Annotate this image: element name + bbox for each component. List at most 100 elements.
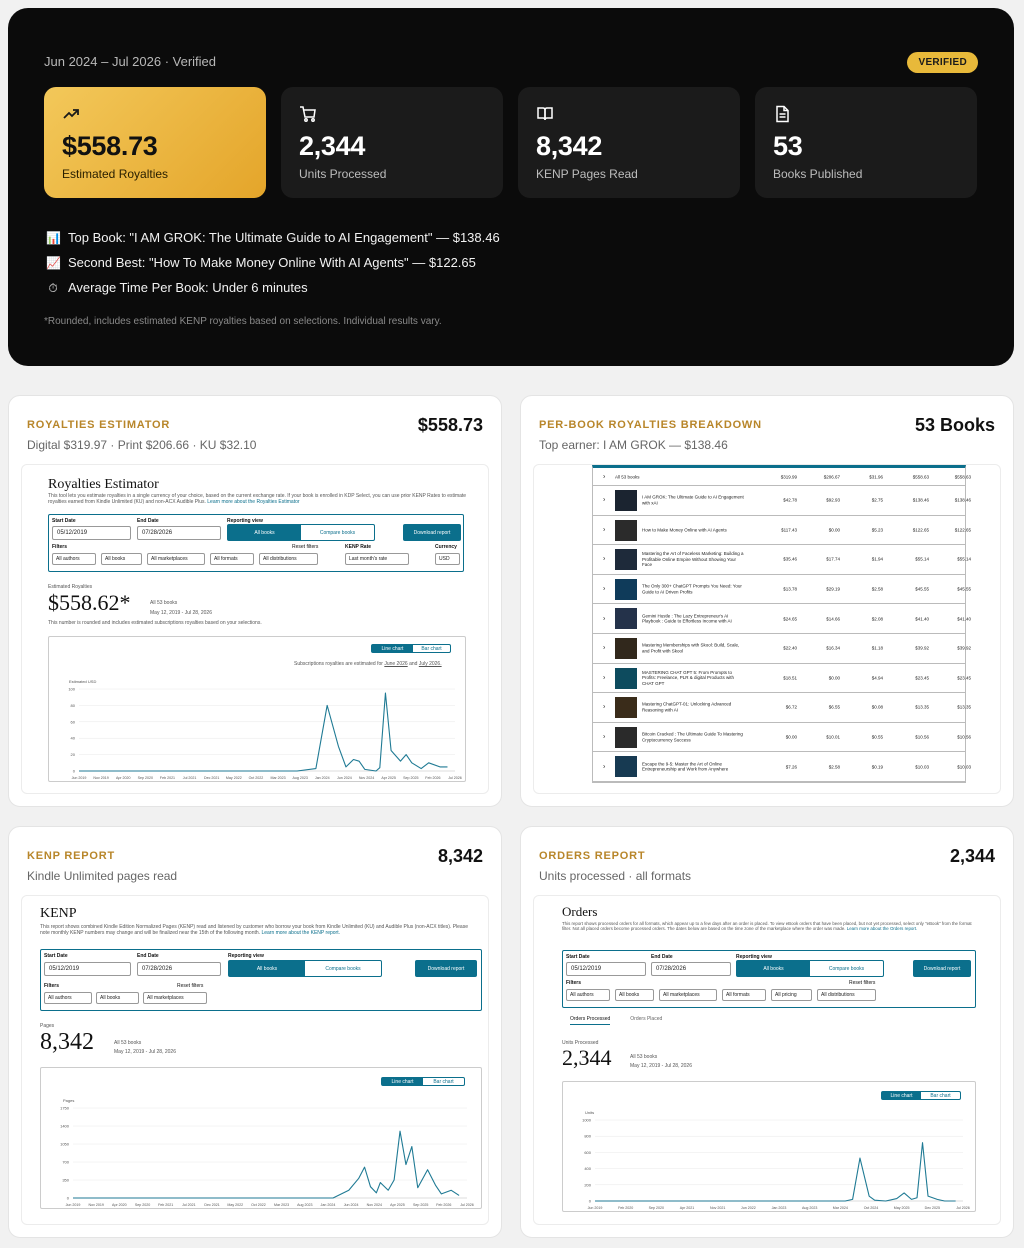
table-cell: $4.94: [871, 675, 883, 681]
stopwatch-icon: ⏱: [48, 281, 58, 295]
y-tick-label: 0: [73, 769, 76, 774]
books-select[interactable]: All books: [96, 992, 139, 1004]
book-cover: [615, 637, 637, 659]
formats-select[interactable]: All formats: [722, 989, 766, 1001]
screenshot-heading: KENP: [40, 906, 77, 921]
card-title: PER-BOOK ROYALTIES BREAKDOWN: [539, 419, 762, 431]
book-cover: [615, 667, 637, 689]
chevron-right-icon[interactable]: ›: [603, 586, 605, 593]
reporting-view-toggle[interactable]: All books Compare books: [736, 960, 884, 977]
verified-badge: VERIFIED: [907, 52, 978, 73]
table-cell: $0.00: [828, 675, 840, 681]
y-axis-title: Pages: [63, 1098, 74, 1103]
authors-select[interactable]: All authors: [44, 992, 92, 1004]
y-tick-label: 1000: [582, 1118, 592, 1123]
screenshot-heading: Royalties Estimator: [48, 477, 159, 492]
y-tick-label: 40: [71, 736, 76, 741]
download-report-button[interactable]: Download report: [913, 960, 971, 977]
tab-orders-processed[interactable]: Orders Processed: [570, 1016, 611, 1025]
marketplaces-select[interactable]: All marketplaces: [147, 553, 205, 565]
table-row[interactable]: › Escape the 9-5: Master the Art of Onlin…: [593, 752, 971, 782]
chevron-right-icon[interactable]: ›: [603, 615, 605, 622]
distributions-select[interactable]: All distributions: [817, 989, 876, 1001]
table-row[interactable]: › The Only 300+ ChatGPT Prompts You Need:…: [593, 575, 971, 605]
table-row[interactable]: › Mastering the Art of Faceless Marketing…: [593, 545, 971, 575]
kenp-rate-select[interactable]: Last month's rate: [345, 553, 409, 565]
books-select[interactable]: All books: [615, 989, 654, 1001]
chevron-right-icon[interactable]: ›: [603, 674, 605, 681]
orders-chart-box: Line chart Bar chart Units 0 200 400 600 800 10…: [562, 1081, 976, 1212]
distributions-select[interactable]: All distributions: [259, 553, 318, 565]
table-row[interactable]: › Mastering Memberships with Skool: Build…: [593, 634, 971, 664]
card-subtitle: Kindle Unlimited pages read: [27, 869, 178, 883]
chevron-right-icon[interactable]: ›: [603, 763, 605, 770]
end-date-input[interactable]: 07/28/2026: [651, 962, 731, 976]
stat-card-royalties: $558.73 Estimated Royalties: [44, 87, 266, 198]
tab-orders-placed[interactable]: Orders Placed: [630, 1016, 662, 1025]
end-date-input[interactable]: 07/28/2026: [137, 526, 221, 540]
y-axis-title: Units: [585, 1110, 594, 1115]
x-tick-label: Jun 2019: [588, 1206, 603, 1210]
table-row[interactable]: › MASTERING CHAT GPT 5: From Prompts to P…: [593, 664, 971, 694]
stat-value: 53: [773, 131, 803, 161]
end-date-input[interactable]: 07/28/2026: [137, 962, 221, 976]
chart-type-toggle[interactable]: Line chart Bar chart: [371, 644, 451, 653]
table-cell: $23.45: [915, 675, 929, 681]
table-cell: $42.78: [783, 497, 797, 503]
table-cell: $24.65: [783, 616, 797, 622]
chart-type-toggle[interactable]: Line chart Bar chart: [881, 1091, 961, 1100]
table-row[interactable]: › How to Make Money Online with AI Agents…: [593, 516, 971, 546]
authors-select[interactable]: All authors: [566, 989, 610, 1001]
currency-select[interactable]: USD: [435, 553, 460, 565]
x-tick-label: Jun 2024: [344, 1203, 359, 1207]
books-select[interactable]: All books: [101, 553, 142, 565]
date-range-text: Jun 2024 – Jul 2026 · Verified: [44, 54, 217, 69]
chevron-right-icon[interactable]: ›: [603, 704, 605, 711]
table-cell: $16.34: [826, 645, 840, 651]
chart-type-toggle[interactable]: Line chart Bar chart: [381, 1077, 465, 1086]
x-tick-label: Feb 2021: [160, 776, 175, 780]
table-cell: $23.45: [957, 675, 971, 681]
download-report-button[interactable]: Download report: [403, 524, 461, 541]
reset-filters-link[interactable]: Reset filters: [849, 980, 875, 986]
start-date-input[interactable]: 05/12/2019: [44, 962, 131, 976]
reset-filters-link[interactable]: Reset filters: [292, 544, 318, 550]
formats-select[interactable]: All formats: [210, 553, 254, 565]
chevron-right-icon[interactable]: ›: [603, 734, 605, 741]
book-title: Mastering the Art of Faceless Marketing:…: [642, 551, 744, 568]
authors-select[interactable]: All authors: [52, 553, 96, 565]
table-cell: $2.58: [828, 764, 840, 770]
marketplaces-select[interactable]: All marketplaces: [143, 992, 207, 1004]
table-total-row[interactable]: › All 53 books $319.99 $206.67 $31.96 $558.63…: [593, 468, 971, 486]
book-cover: [615, 756, 637, 778]
start-date-input[interactable]: 05/12/2019: [566, 962, 646, 976]
estimated-royalties-value: $558.62*: [48, 590, 131, 615]
x-tick-label: Apr 2025: [381, 776, 396, 780]
chevron-right-icon[interactable]: ›: [603, 473, 605, 480]
start-date-input[interactable]: 05/12/2019: [52, 526, 131, 540]
table-cell: $2.08: [871, 616, 883, 622]
chevron-right-icon[interactable]: ›: [603, 645, 605, 652]
table-row[interactable]: › Gemini Hustle : The Lazy Entrepreneur's…: [593, 604, 971, 634]
pricing-select[interactable]: All pricing: [771, 989, 812, 1001]
stat-label: Books Published: [773, 167, 863, 181]
x-tick-label: Nov 2024: [367, 1203, 382, 1207]
table-cell: $1.18: [871, 645, 883, 651]
marketplaces-select[interactable]: All marketplaces: [659, 989, 717, 1001]
chevron-right-icon[interactable]: ›: [603, 556, 605, 563]
reporting-view-toggle[interactable]: All books Compare books: [228, 960, 382, 977]
x-tick-label: Jun 2019: [72, 776, 87, 780]
y-tick-label: 80: [71, 703, 76, 708]
chevron-right-icon[interactable]: ›: [603, 526, 605, 533]
chevron-right-icon[interactable]: ›: [603, 497, 605, 504]
table-row[interactable]: › Bitcoin Cracked : The Ultimate Guide To…: [593, 723, 971, 753]
reset-filters-link[interactable]: Reset filters: [177, 983, 203, 989]
x-tick-label: Apr 2020: [116, 776, 131, 780]
x-tick-label: Jul 2021: [183, 776, 197, 780]
table-row[interactable]: › Mastering ChatGPT-01: Unlocking Advance…: [593, 693, 971, 723]
download-report-button[interactable]: Download report: [415, 960, 477, 977]
table-row[interactable]: › I AM GROK: The Ultimate Guide to AI Eng…: [593, 486, 971, 516]
reporting-view-toggle[interactable]: All books Compare books: [227, 524, 375, 541]
table-cell: $92.93: [826, 497, 840, 503]
subscription-note: Subscriptions royalties are estimated fo…: [294, 661, 442, 667]
